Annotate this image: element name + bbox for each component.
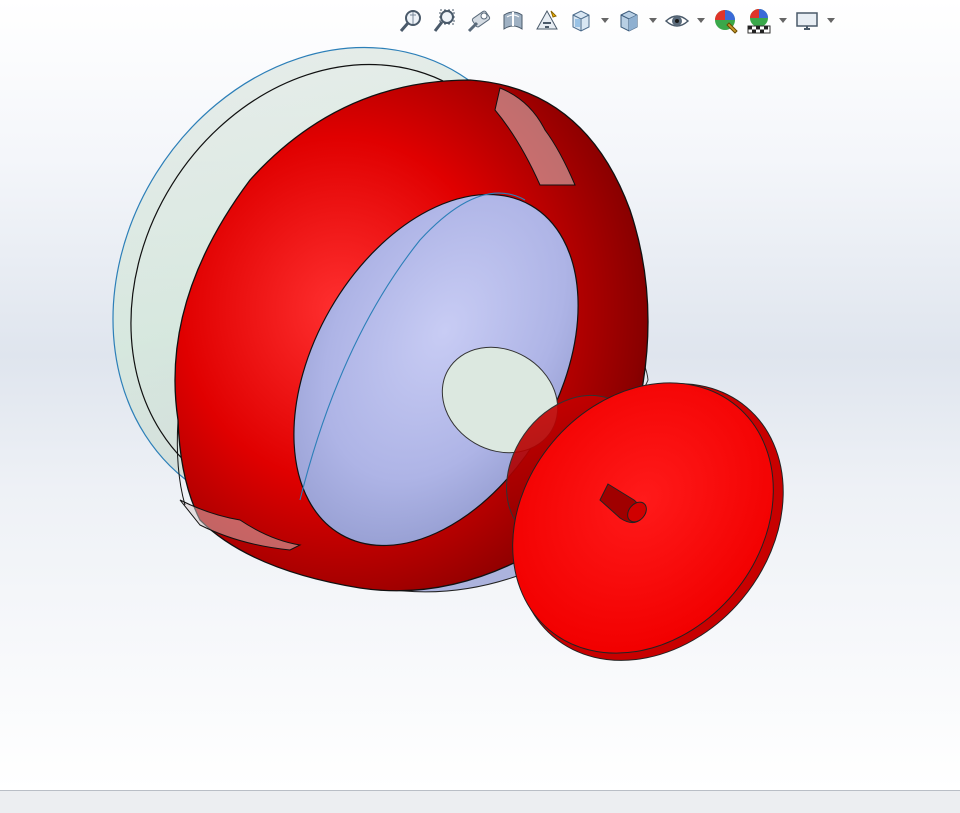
heads-up-view-toolbar [396,4,836,38]
view-settings-button[interactable] [792,6,822,36]
chevron-down-icon [649,18,657,23]
view-orientation-icon [572,10,590,32]
zoom-to-fit-button[interactable] [396,6,426,36]
display-style-dropdown[interactable] [648,6,658,36]
display-style-icon [620,10,638,32]
chevron-down-icon [779,18,787,23]
hide-show-items-dropdown[interactable] [696,6,706,36]
scene-icon [747,9,771,34]
graphics-viewport[interactable] [0,0,960,790]
appearance-icon [715,10,738,34]
chevron-down-icon [827,18,835,23]
chevron-down-icon [697,18,705,23]
apply-scene-button[interactable] [744,6,774,36]
view-orientation-button[interactable] [566,6,596,36]
dynamic-annotation-views-button[interactable] [532,6,562,36]
annotation-views-icon [536,9,558,30]
view-settings-dropdown[interactable] [826,6,836,36]
zoom-area-icon [433,9,455,32]
eye-icon [664,15,690,27]
display-style-button[interactable] [614,6,644,36]
status-bar [0,790,960,813]
section-view-icon [503,11,523,30]
view-orientation-dropdown[interactable] [600,6,610,36]
chevron-down-icon [601,18,609,23]
monitor-icon [796,12,818,30]
zoom-to-area-button[interactable] [430,6,460,36]
section-view-button[interactable] [498,6,528,36]
zoom-fit-icon [399,10,421,32]
edit-appearance-button[interactable] [710,6,740,36]
previous-view-button[interactable] [464,6,494,36]
previous-view-icon [467,10,491,33]
cad-model[interactable] [0,0,960,790]
apply-scene-dropdown[interactable] [778,6,788,36]
hide-show-items-button[interactable] [662,6,692,36]
